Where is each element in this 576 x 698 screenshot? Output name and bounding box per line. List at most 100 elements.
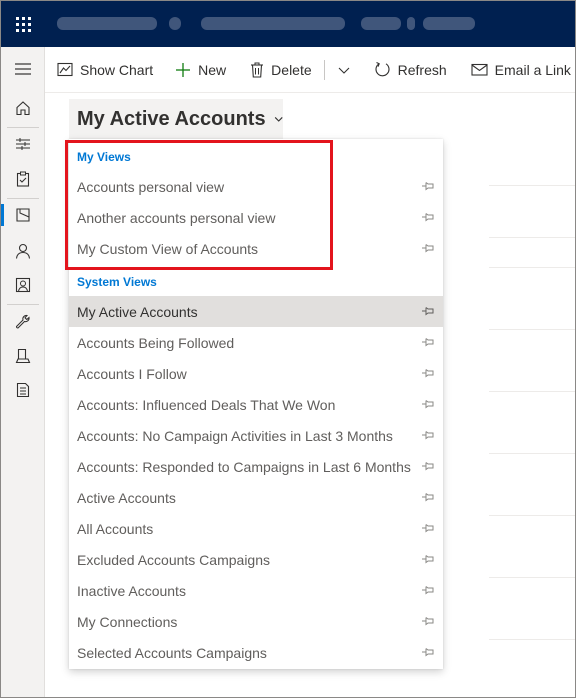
breadcrumb-entity-blurred [423, 17, 475, 30]
pin-icon[interactable] [421, 336, 435, 348]
view-option[interactable]: Accounts: Influenced Deals That We Won [69, 389, 443, 420]
pin-icon[interactable] [421, 429, 435, 441]
nav-home[interactable] [1, 92, 45, 124]
view-option[interactable]: Accounts Being Followed [69, 327, 443, 358]
view-option[interactable]: Inactive Accounts [69, 575, 443, 606]
view-selector[interactable]: My Active Accounts [69, 99, 283, 139]
pin-icon[interactable] [421, 584, 435, 596]
delete-button[interactable]: Delete [250, 47, 312, 93]
my-views-highlight-box [65, 140, 333, 270]
waffle-icon [15, 16, 31, 32]
refresh-icon [375, 62, 390, 77]
pinned-icon [16, 171, 30, 187]
view-option-selected[interactable]: My Active Accounts [69, 296, 443, 327]
breadcrumb-separator-blurred [407, 17, 415, 30]
nav-reports[interactable] [1, 374, 45, 406]
grid-row-line [489, 639, 575, 640]
view-option-label: Accounts: Responded to Campaigns in Last… [77, 458, 411, 475]
view-option[interactable]: All Accounts [69, 513, 443, 544]
system-views-header: System Views [77, 275, 157, 289]
view-option-label: Accounts: No Campaign Activities in Last… [77, 427, 393, 444]
chevron-down-icon[interactable] [169, 17, 181, 30]
pin-icon[interactable] [421, 211, 435, 223]
contacts-icon [15, 243, 31, 259]
new-button[interactable]: New [175, 47, 226, 93]
grid-row-line [489, 267, 575, 268]
view-option-label: Selected Accounts Campaigns [77, 644, 267, 661]
tools-icon [15, 314, 30, 329]
app-window: Show Chart New Delete Refresh Email a Li… [0, 0, 576, 698]
pin-icon[interactable] [421, 242, 435, 254]
nav-accounts[interactable] [1, 199, 45, 231]
queues-icon [15, 277, 31, 293]
plus-icon [176, 62, 191, 77]
grid-row-line [489, 391, 575, 392]
email-link-button[interactable]: Email a Link [471, 47, 571, 93]
top-bar [1, 1, 575, 47]
more-commands-button[interactable] [337, 47, 358, 93]
knowledge-icon [15, 348, 31, 364]
view-option[interactable]: Accounts: Responded to Campaigns in Last… [69, 451, 443, 482]
refresh-label: Refresh [397, 61, 447, 78]
show-chart-label: Show Chart [80, 61, 154, 78]
recent-icon [16, 138, 30, 150]
view-option[interactable]: Excluded Accounts Campaigns [69, 544, 443, 575]
grid-row-line [489, 515, 575, 516]
command-bar: Show Chart New Delete Refresh Email a Li… [45, 47, 575, 93]
pin-icon[interactable] [421, 367, 435, 379]
chevron-down-icon [274, 117, 283, 122]
view-option-label: Excluded Accounts Campaigns [77, 551, 270, 568]
nav-recent[interactable] [1, 128, 45, 160]
pin-icon[interactable] [421, 305, 435, 317]
delete-label: Delete [271, 61, 312, 78]
view-option[interactable]: Active Accounts [69, 482, 443, 513]
view-option[interactable]: My Connections [69, 606, 443, 637]
nav-tools[interactable] [1, 306, 45, 338]
pin-icon[interactable] [421, 460, 435, 472]
pin-icon[interactable] [421, 180, 435, 192]
view-option[interactable]: Accounts: No Campaign Activities in Last… [69, 420, 443, 451]
nav-pinned[interactable] [1, 163, 45, 195]
current-view-title: My Active Accounts [77, 107, 266, 130]
nav-separator [7, 304, 39, 305]
nav-knowledge[interactable] [1, 340, 45, 372]
pin-icon[interactable] [421, 522, 435, 534]
new-label: New [198, 61, 227, 78]
grid-row-line [489, 185, 575, 186]
app-launcher-button[interactable] [1, 1, 45, 47]
app-name-blurred [57, 17, 157, 30]
pin-icon[interactable] [421, 491, 435, 503]
pin-icon[interactable] [421, 398, 435, 410]
app-module-blurred [201, 17, 345, 30]
view-option-label: Accounts Being Followed [77, 334, 235, 351]
view-option-label: My Active Accounts [77, 303, 198, 320]
pin-icon[interactable] [421, 615, 435, 627]
view-option-label: Accounts: Influenced Deals That We Won [77, 396, 336, 413]
hamburger-icon [15, 63, 31, 75]
pin-icon[interactable] [421, 646, 435, 658]
view-option[interactable]: Selected Accounts Campaigns [69, 637, 443, 668]
view-option[interactable]: Accounts I Follow [69, 358, 443, 389]
reports-icon [16, 382, 30, 398]
chart-icon [57, 62, 73, 76]
grid-row-line [489, 237, 575, 238]
email-link-icon [471, 63, 488, 76]
view-option-label: Active Accounts [77, 489, 176, 506]
trash-icon [251, 62, 264, 78]
home-icon [16, 101, 30, 116]
view-option-label: My Connections [77, 613, 178, 630]
accounts-icon [16, 208, 30, 222]
nav-queues[interactable] [1, 269, 45, 301]
nav-contacts[interactable] [1, 235, 45, 267]
pin-icon[interactable] [421, 553, 435, 565]
chevron-down-icon [338, 67, 350, 74]
show-chart-button[interactable]: Show Chart [57, 47, 153, 93]
grid-row-line [489, 577, 575, 578]
grid-row-line [489, 329, 575, 330]
left-navigation [1, 47, 45, 697]
hamburger-menu-button[interactable] [1, 53, 45, 85]
view-option-label: All Accounts [77, 520, 154, 537]
refresh-button[interactable]: Refresh [374, 47, 447, 93]
breadcrumb-area-blurred[interactable] [361, 17, 401, 30]
command-separator [323, 59, 325, 80]
